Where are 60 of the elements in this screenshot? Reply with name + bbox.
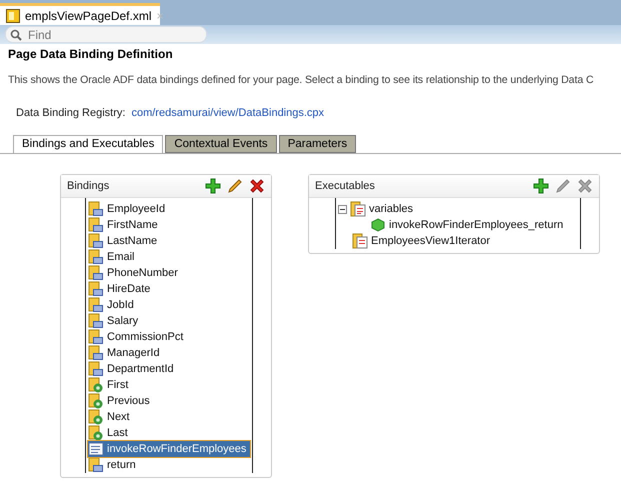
search-icon: [10, 28, 22, 40]
registry-link[interactable]: com/redsamurai/view/DataBindings.cpx: [131, 107, 324, 119]
gear-icon: [88, 377, 104, 393]
search-field[interactable]: Find: [5, 26, 207, 43]
attribute-icon: [88, 361, 104, 377]
attribute-icon: [88, 233, 104, 249]
attribute-icon: [88, 313, 104, 329]
gear-icon: [88, 393, 104, 409]
page-heading: Page Data Binding Definition: [8, 46, 174, 63]
collapse-toggle[interactable]: [338, 204, 347, 214]
binding-item[interactable]: EmployeeId: [88, 201, 250, 217]
binding-item[interactable]: FirstName: [88, 217, 250, 233]
binding-item[interactable]: CommissionPct: [88, 329, 250, 345]
panel-title: Executables: [315, 180, 375, 192]
page-definition-icon: [6, 8, 20, 22]
attribute-icon: [88, 249, 104, 265]
binding-item[interactable]: Previous: [88, 393, 250, 409]
binding-item[interactable]: LastName: [88, 233, 250, 249]
binding-item[interactable]: Email: [88, 249, 250, 265]
cube-icon: [370, 217, 386, 233]
tab[interactable]: Parameters: [278, 135, 356, 153]
tree-item[interactable]: variables: [338, 201, 578, 217]
tab[interactable]: Contextual Events: [165, 135, 277, 153]
binding-item[interactable]: PhoneNumber: [88, 265, 250, 281]
binding-item[interactable]: Last: [88, 425, 250, 441]
binding-item[interactable]: DepartmentId: [88, 361, 250, 377]
file-tab[interactable]: emplsViewPageDef.xml ×: [0, 3, 160, 25]
tree-item[interactable]: invokeRowFinderEmployees_return: [370, 217, 578, 233]
attribute-icon: [88, 297, 104, 313]
binding-item[interactable]: HireDate: [88, 281, 250, 297]
file-tab-title: emplsViewPageDef.xml: [25, 8, 152, 22]
description-text: This shows the Oracle ADF data bindings defined for your page. Select a binding to see its relationship to the underlying Data C: [8, 73, 594, 87]
search-input[interactable]: Find: [28, 28, 188, 42]
binding-item[interactable]: ManagerId: [88, 345, 250, 361]
attribute-icon: [88, 329, 104, 345]
attribute-icon: [88, 265, 104, 281]
binding-item[interactable]: invokeRowFinderEmployees: [88, 441, 250, 457]
binding-item[interactable]: return: [88, 457, 250, 473]
binding-item[interactable]: Salary: [88, 313, 250, 329]
gear-icon: [88, 425, 104, 441]
method-icon: [88, 441, 104, 457]
attribute-icon: [88, 281, 104, 297]
binding-item[interactable]: First: [88, 377, 250, 393]
attribute-icon: [88, 457, 104, 473]
tab[interactable]: Bindings and Executables: [13, 135, 164, 153]
list-folder-icon: [350, 201, 366, 217]
registry-label: Data Binding Registry:: [16, 107, 126, 119]
attribute-icon: [88, 345, 104, 361]
pencil-icon[interactable]: [227, 178, 243, 194]
binding-item[interactable]: JobId: [88, 297, 250, 313]
binding-item[interactable]: Next: [88, 409, 250, 425]
add-icon[interactable]: [205, 178, 221, 194]
attribute-icon: [88, 217, 104, 233]
gear-icon: [88, 409, 104, 425]
tree-item[interactable]: EmployeesView1Iterator: [352, 233, 578, 249]
iterator-icon: [352, 233, 368, 249]
add-icon[interactable]: [533, 178, 549, 194]
panel-title: Bindings: [67, 180, 110, 192]
attribute-icon: [88, 201, 104, 217]
delete-icon[interactable]: [249, 178, 265, 194]
